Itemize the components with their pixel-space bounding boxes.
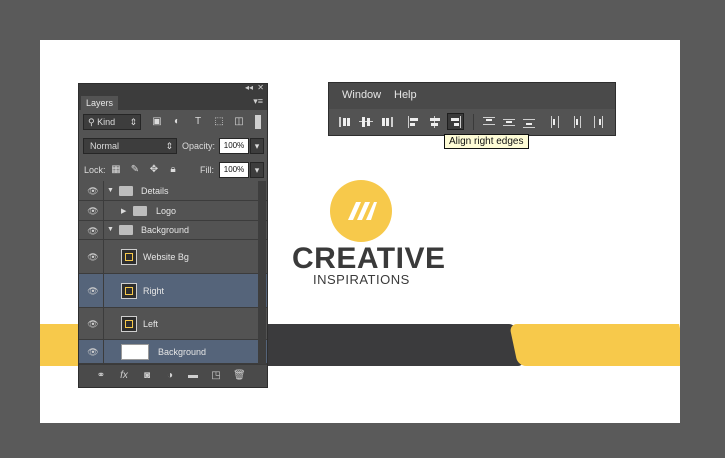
fill-label: Fill: [200,165,214,175]
stepper-icon: ⇕ [165,141,173,151]
expand-triangle-icon[interactable]: ▼ [107,226,114,233]
smart-object-thumbnail [121,316,137,332]
filter-type-icon[interactable]: T [192,116,204,128]
close-icon[interactable]: ✕ [257,83,264,92]
menu-help[interactable]: Help [394,89,417,101]
new-layer-icon[interactable]: ◳ [210,370,222,382]
layer-name: Details [141,186,169,196]
align-left-edges-icon[interactable] [407,115,421,129]
tooltip-align-right-edges: Align right edges [444,134,529,149]
align-bottom-edges-icon[interactable] [380,115,394,129]
fx-icon[interactable]: fx [118,370,130,382]
fill-dropdown-button[interactable]: ▾ [250,162,264,178]
collapse-icon[interactable]: ◂◂ [245,83,253,92]
align-horizontal-centers-icon[interactable] [428,115,442,129]
trash-icon[interactable]: 🗑︎ [233,370,246,382]
lock-all-icon[interactable]: 🔒︎ [167,164,179,176]
link-icon[interactable]: ⚭ [95,370,107,382]
tab-layers[interactable]: Layers [81,96,119,110]
folder-icon [119,186,133,196]
filter-adjustment-icon[interactable]: ◐ [171,116,183,128]
layer-row[interactable]: 👁︎ Website Bg [79,240,267,274]
lock-transparent-icon[interactable]: ▦ [110,164,122,176]
layer-row[interactable]: 👁︎ ▼ Details [79,181,267,201]
layer-row[interactable]: 👁︎ Left [79,308,267,340]
opacity-dropdown-button[interactable]: ▾ [250,138,264,154]
visibility-eye-icon[interactable]: 👁︎ [87,286,99,297]
filter-kind-label: Kind [97,117,116,127]
folder-icon[interactable]: ▬ [187,370,199,382]
distribute-bottom-icon[interactable] [522,115,536,129]
layer-name: Logo [156,206,177,216]
layer-row-selected[interactable]: 👁︎ Right [79,274,267,308]
visibility-eye-icon[interactable]: 👁︎ [87,206,99,217]
panel-titlebar[interactable]: ◂◂ ✕ [79,83,267,94]
layers-panel: ◂◂ ✕ Layers ▾≡ ⚲ Kind ⇕ ▣ ◐ T ⬚ ◫ Normal… [78,83,268,388]
filter-pixel-icon[interactable]: ▣ [151,116,163,128]
distribute-left-icon[interactable] [549,115,563,129]
visibility-eye-icon[interactable]: 👁︎ [87,226,99,237]
filter-kind-select[interactable]: ⚲ Kind ⇕ [83,114,141,130]
menu-bar: Window Help [329,83,615,109]
visibility-eye-icon[interactable]: 👁︎ [87,319,99,330]
layer-name: Background [158,347,207,357]
opacity-input[interactable]: 100% [219,138,249,154]
filter-shape-icon[interactable]: ⬚ [213,116,225,128]
align-toolbar [329,109,615,135]
logo-mark [330,180,392,242]
smart-object-thumbnail [121,249,137,265]
fill-input[interactable]: 100% [219,162,249,178]
toolbar-divider [473,114,474,130]
panel-bottom-toolbar: ⚭ fx ◙ ◑ ▬ ◳ 🗑︎ [79,364,267,387]
yellow-band-right [509,324,680,366]
align-right-edges-icon[interactable] [447,113,464,130]
menu-window[interactable]: Window [342,89,381,101]
collapse-triangle-icon[interactable]: ▶ [121,207,126,215]
layer-thumbnail [121,344,149,360]
layer-name: Right [143,286,165,296]
adjustment-icon[interactable]: ◑ [164,370,176,382]
lock-image-icon[interactable]: ✎ [129,164,141,176]
blend-mode-value: Normal [90,141,120,151]
menu-toolbar-window: Window Help [328,82,616,136]
stepper-icon: ⇕ [129,117,137,127]
logo-subtitle: INSPIRATIONS [313,272,410,287]
panel-menu-icon[interactable]: ▾≡ [253,96,263,107]
smart-object-thumbnail [121,283,137,299]
search-icon: ⚲ [88,117,98,127]
visibility-eye-icon[interactable]: 👁︎ [87,347,99,358]
mask-icon[interactable]: ◙ [141,370,153,382]
panel-tab-row: Layers ▾≡ [79,94,267,110]
layer-name: Left [143,319,159,329]
distribute-vertical-centers-icon[interactable] [502,115,516,129]
align-top-edges-icon[interactable] [338,115,352,129]
layer-row[interactable]: 👁︎ ▶ Logo [79,201,267,221]
distribute-right-icon[interactable] [591,115,605,129]
expand-triangle-icon[interactable]: ▼ [107,187,114,194]
visibility-eye-icon[interactable]: 👁︎ [87,186,99,197]
logo-title: CREATIVE [292,242,446,275]
lock-position-icon[interactable]: ✥ [148,164,160,176]
dark-band-center [231,324,524,366]
visibility-eye-icon[interactable]: 👁︎ [87,252,99,263]
blend-mode-select[interactable]: Normal ⇕ [83,138,177,154]
filter-row: ⚲ Kind ⇕ ▣ ◐ T ⬚ ◫ [79,110,267,134]
distribute-top-icon[interactable] [482,115,496,129]
filter-toggle[interactable] [255,115,261,129]
layers-scrollbar[interactable] [258,181,266,364]
layer-name: Background [141,225,190,235]
align-vertical-centers-icon[interactable] [359,115,373,129]
folder-icon [119,225,133,235]
layer-name: Website Bg [143,252,189,262]
filter-smartobject-icon[interactable]: ◫ [233,116,245,128]
lock-label: Lock: [84,165,106,175]
blend-row: Normal ⇕ Opacity: 100% ▾ [79,134,267,158]
opacity-label: Opacity: [182,141,216,151]
distribute-horizontal-centers-icon[interactable] [570,115,584,129]
layer-row[interactable]: 👁︎ ▼ Background [79,221,267,240]
folder-icon [133,206,147,216]
layer-row-selected[interactable]: 👁︎ Background [79,340,267,364]
lock-row: Lock: ▦ ✎ ✥ 🔒︎ Fill: 100% ▾ [79,158,267,182]
layers-list: 👁︎ ▼ Details 👁︎ ▶ Logo 👁︎ ▼ Background 👁… [79,181,267,364]
